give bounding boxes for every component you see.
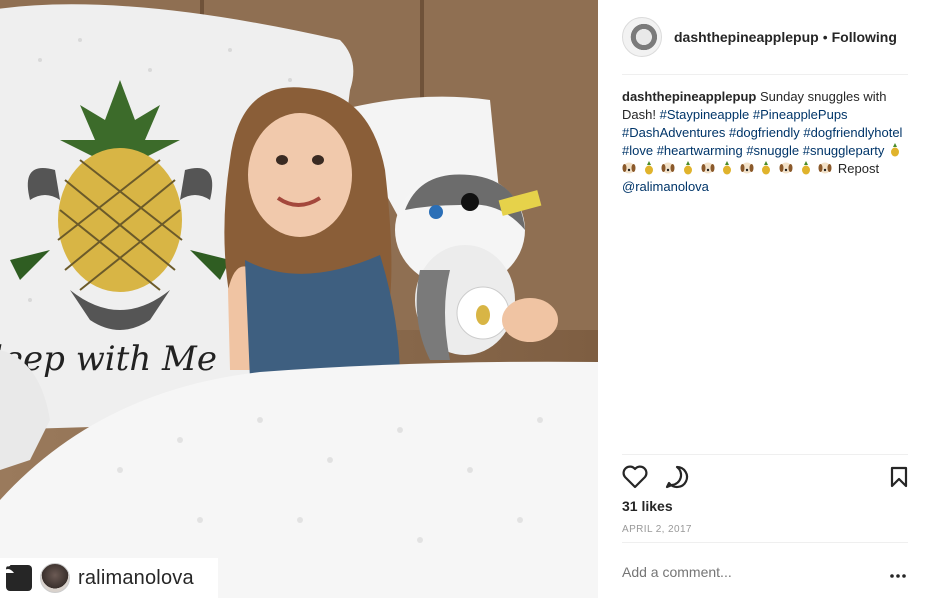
dog-emoji-icon: [740, 162, 754, 174]
more-options-icon[interactable]: [888, 567, 908, 578]
pineapple-emoji-icon: [683, 161, 692, 175]
hashtag-link[interactable]: #Staypineapple: [660, 107, 750, 122]
repost-user-link[interactable]: @ralimanolova: [622, 179, 709, 194]
tagged-user-label[interactable]: ralimanolova: [0, 558, 218, 598]
pineapple-emoji-icon: [723, 161, 732, 175]
pineapple-emoji-icon: [891, 143, 900, 157]
action-bar: [622, 462, 908, 492]
post-date[interactable]: APRIL 2, 2017: [622, 524, 692, 535]
instagram-post: leep with Me ralimanolova dashthepineapp…: [0, 0, 932, 598]
pineapple-emoji-icon: [762, 161, 771, 175]
hashtag-link[interactable]: #dogfriendlyhotel: [803, 125, 902, 140]
hashtag-link[interactable]: #dogfriendly: [729, 125, 800, 140]
caption-username[interactable]: dashthepineapplepup: [622, 89, 756, 104]
hashtag-link[interactable]: #DashAdventures: [622, 125, 725, 140]
heart-icon[interactable]: [622, 465, 648, 489]
header-divider: [622, 74, 908, 75]
profile-avatar[interactable]: [622, 17, 662, 57]
pineapple-emoji-icon: [801, 161, 810, 175]
repost-label: Repost: [837, 161, 880, 176]
tagged-username[interactable]: ralimanolova: [78, 567, 194, 590]
user-tag-icon[interactable]: [2, 560, 32, 591]
hashtag-link[interactable]: #heartwarming: [657, 143, 743, 158]
hashtag-link[interactable]: #PineapplePups: [753, 107, 848, 122]
actions-divider: [622, 454, 908, 455]
header-separator: •: [822, 29, 828, 45]
following-button[interactable]: Following: [832, 29, 897, 45]
pineapple-emoji-icon: [644, 161, 653, 175]
hashtag-link[interactable]: #love: [622, 143, 653, 158]
hashtag-link[interactable]: #snuggle: [746, 143, 799, 158]
post-details-panel: dashthepineapplepup • Following dashthep…: [598, 0, 932, 598]
dog-emoji-icon: [779, 162, 793, 174]
dog-emoji-icon: [818, 162, 832, 174]
post-header: dashthepineapplepup • Following: [622, 16, 908, 58]
dog-emoji-icon: [661, 162, 675, 174]
tagged-user-avatar[interactable]: [40, 563, 70, 593]
post-caption: dashthepineapplepup Sunday snuggles with…: [622, 88, 908, 196]
comment-input[interactable]: [622, 564, 888, 580]
likes-count[interactable]: 31 likes: [622, 498, 673, 514]
bookmark-icon[interactable]: [890, 466, 908, 488]
hashtag-link[interactable]: #snuggleparty: [803, 143, 885, 158]
dog-emoji-icon: [701, 162, 714, 174]
post-photo[interactable]: leep with Me ralimanolova: [0, 0, 598, 598]
emoji-row-2: [720, 161, 838, 176]
photo-illustration: leep with Me: [0, 0, 598, 598]
comment-bubble-icon[interactable]: [664, 465, 690, 489]
comment-form: [622, 562, 908, 582]
dog-emoji-icon: [622, 162, 636, 174]
header-username[interactable]: dashthepineapplepup: [674, 29, 819, 45]
comment-divider: [622, 542, 908, 543]
